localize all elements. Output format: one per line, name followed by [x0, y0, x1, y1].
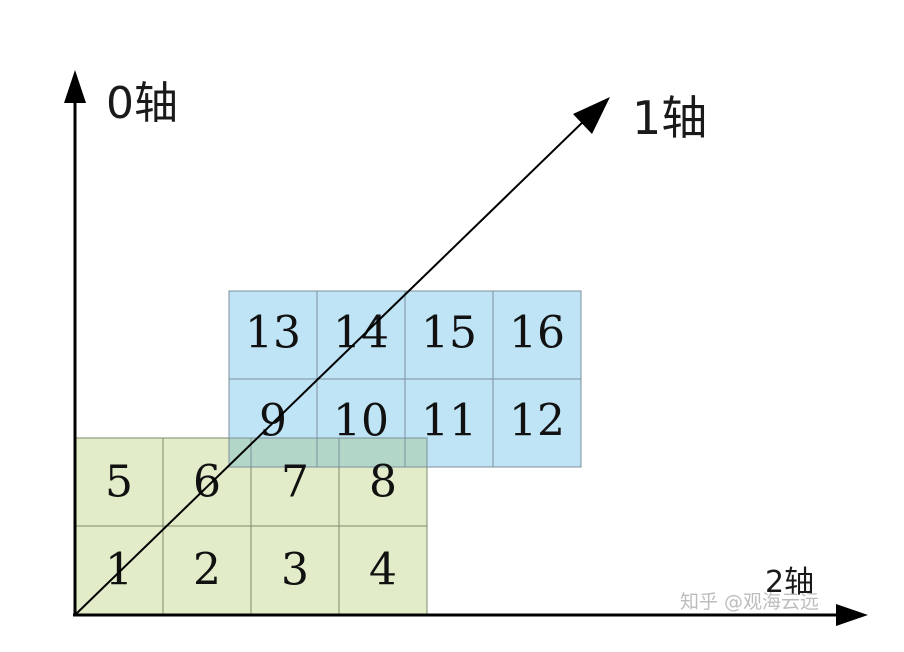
cell-number: 9 [259, 396, 287, 447]
cell-number: 8 [369, 457, 397, 508]
cell-number: 2 [193, 545, 221, 596]
tensor-axes-diagram: 13 14 15 16 9 10 11 12 5 6 7 8 1 2 3 4 0… [64, 70, 868, 626]
cell-number: 11 [421, 396, 477, 447]
axis2-arrowhead [836, 604, 868, 626]
cell-number: 3 [281, 545, 309, 596]
cell-number: 4 [369, 545, 397, 596]
cell-number: 12 [509, 396, 565, 447]
cell-number: 15 [421, 308, 477, 359]
cell-number: 7 [281, 457, 309, 508]
axis0-arrowhead [64, 70, 86, 103]
cell-number: 5 [105, 457, 133, 508]
cell-number: 10 [333, 396, 389, 447]
cell-number: 1 [105, 545, 133, 596]
cell-number: 6 [193, 457, 221, 508]
axis0-label: 0轴 [106, 78, 178, 129]
watermark-text: 知乎 @观海云远 [680, 591, 819, 613]
axis1-label: 1轴 [632, 91, 707, 145]
cell-number: 16 [509, 308, 565, 359]
cell-number: 13 [245, 308, 301, 359]
cell-number: 14 [333, 308, 389, 359]
axis1-arrowhead [573, 97, 610, 134]
